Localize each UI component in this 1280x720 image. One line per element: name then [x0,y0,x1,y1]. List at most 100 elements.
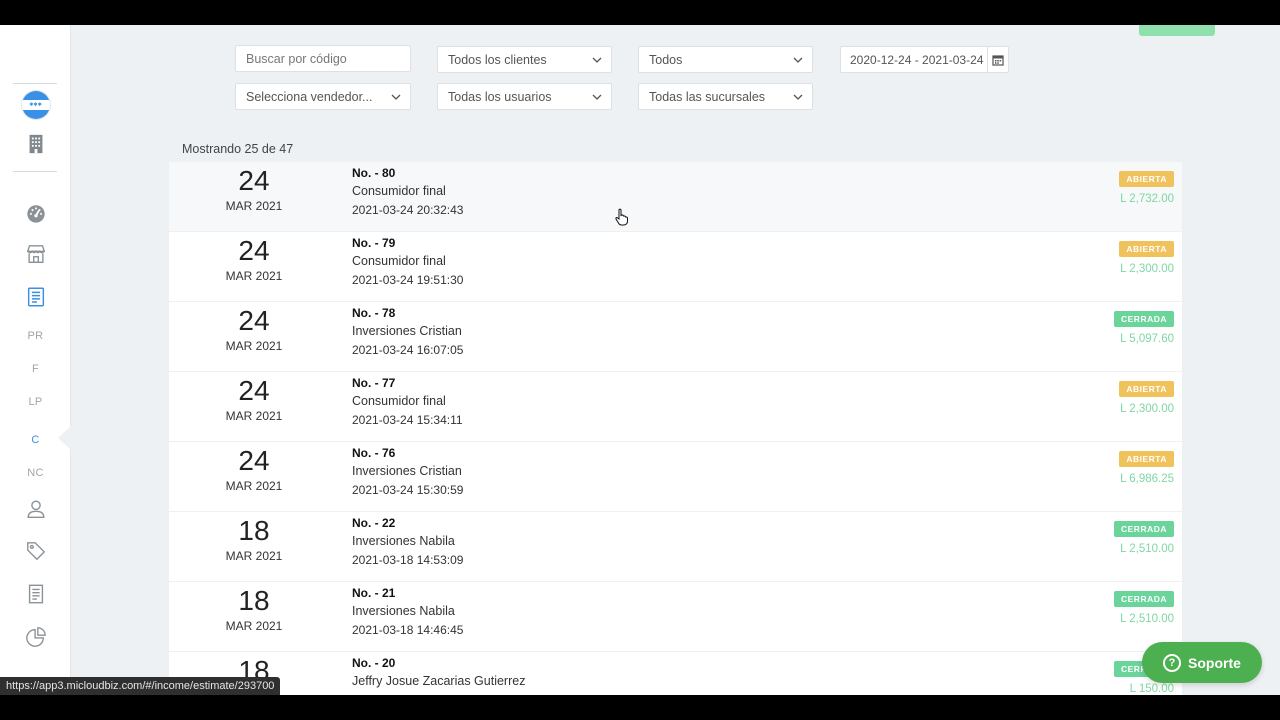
estimate-number: No. - 20 [352,656,396,670]
estimate-row[interactable]: 18 MAR 2021 No. - 22 Inversiones Nabila 2021… [169,512,1182,582]
document-icon [27,287,44,307]
country-flag-button[interactable]: ✱✱✱ [0,89,71,121]
status-badge: ABIERTA [1119,451,1174,467]
sidebar-item-users[interactable] [0,493,71,525]
report-icon [28,584,43,604]
timestamp: 2021-03-24 20:32:43 [352,203,464,217]
timestamp: 2021-03-18 14:53:09 [352,553,464,567]
support-button[interactable]: ? Soporte [1142,642,1262,683]
sidebar-item-analytics[interactable] [0,621,71,653]
estimate-row[interactable]: 24 MAR 2021 No. - 76 Inversiones Cristian 20… [169,442,1182,512]
search-code-field[interactable] [235,45,411,72]
day-number: 24 [238,165,270,196]
estimate-number: No. - 21 [352,586,396,600]
client-name: Consumidor final [352,254,446,268]
estimate-amount: L 2,510.00 [1120,613,1174,625]
estimate-number: No. - 77 [352,376,396,390]
company-button[interactable] [0,128,71,160]
calendar-icon[interactable] [987,47,1008,72]
building-icon [29,134,42,154]
month-year: MAR 2021 [225,269,283,283]
day-number: 24 [238,445,270,476]
sidebar-item-label: NC [27,467,44,479]
timestamp: 2021-03-18 14:46:45 [352,623,464,637]
status-select[interactable]: Todos [638,46,813,73]
hand-cursor-icon [615,208,628,226]
browser-status-url: https://app3.micloudbiz.com/#/income/est… [0,677,281,695]
client-name: Inversiones Cristian [352,464,462,478]
estimate-amount: L 2,300.00 [1120,263,1174,275]
sidebar-item-store[interactable] [0,238,71,270]
search-input[interactable] [246,51,400,66]
sidebar-item-dashboard[interactable] [0,197,71,229]
client-name: Consumidor final [352,394,446,408]
sidebar-item-documents[interactable] [0,281,71,313]
month-year: MAR 2021 [225,199,283,213]
results-count: Mostrando 25 de 47 [182,142,294,156]
date-range-value: 2020-12-24 - 2021-03-24 [850,52,984,67]
sidebar: ✱✱✱ PR F LP C NC [0,25,71,695]
day-number: 24 [238,375,270,406]
chevron-down-icon [793,57,803,63]
clients-select[interactable]: Todos los clientes [437,46,612,73]
status-select-value: Todos [649,52,683,67]
timestamp: 2021-03-24 16:07:05 [352,343,464,357]
active-indicator [58,426,71,450]
branches-select-value: Todas las sucursales [649,89,766,104]
app-window: ✱✱✱ PR F LP C NC Buscar por código Todos… [0,25,1280,695]
store-icon [26,245,45,263]
estimate-row[interactable]: 24 MAR 2021 No. - 79 Consumidor final 2021-0… [169,232,1182,302]
date-range-field[interactable]: 2020-12-24 - 2021-03-24 [840,46,1009,73]
sidebar-item-f[interactable]: F [0,353,71,385]
tags-icon [26,542,45,561]
estimate-row[interactable]: 18MAR 2021No. - 20Jeffry Josue Zacarias … [169,652,1182,695]
estimate-amount: L 2,510.00 [1120,543,1174,555]
users-select-value: Todas los usuarios [448,89,552,104]
status-badge: CERRADA [1114,521,1174,537]
status-badge: CERRADA [1114,311,1174,327]
pie-chart-icon [25,627,46,647]
client-name: Inversiones Nabila [352,534,455,548]
branches-select[interactable]: Todas las sucursales [638,83,813,110]
sidebar-item-lp[interactable]: LP [0,386,71,418]
month-year: MAR 2021 [225,619,283,633]
seller-select[interactable]: Selecciona vendedor... [235,83,411,110]
estimate-number: No. - 76 [352,446,396,460]
top-action-button[interactable] [1139,25,1215,36]
estimate-row[interactable]: 24 MAR 2021 No. - 78 Inversiones Cristian 20… [169,302,1182,372]
honduras-flag-icon: ✱✱✱ [21,91,50,119]
status-badge: ABIERTA [1119,241,1174,257]
estimate-amount: L 5,097.60 [1120,333,1174,345]
sidebar-item-nc[interactable]: NC [0,457,71,489]
sidebar-divider [13,83,57,84]
sidebar-item-label: C [31,434,40,446]
day-number: 24 [238,235,270,266]
estimates-list: 24 MAR 2021 No. - 80 Consumidor final 2021-0… [169,162,1182,695]
client-name: Jeffry Josue Zacarias Gutierrez [352,674,526,688]
day-number: 18 [238,515,270,546]
timestamp: 2021-03-24 15:30:59 [352,483,464,497]
estimate-row[interactable]: 18 MAR 2021 No. - 21 Inversiones Nabila 2021… [169,582,1182,652]
estimate-amount: L 150.00 [1129,683,1174,695]
estimate-amount: L 6,986.25 [1120,473,1174,485]
sidebar-divider [13,171,57,172]
clients-select-value: Todos los clientes [448,52,547,67]
status-badge: ABIERTA [1119,381,1174,397]
estimate-row[interactable]: 24 MAR 2021 No. - 77 Consumidor final 2021-0… [169,372,1182,442]
top-black-bar [0,0,1280,25]
timestamp: 2021-03-24 15:34:11 [352,413,463,427]
estimate-number: No. - 79 [352,236,396,250]
estimate-row[interactable]: 24 MAR 2021 No. - 80 Consumidor final 2021-0… [169,162,1182,232]
sidebar-item-tags[interactable] [0,535,71,567]
status-badge: ABIERTA [1119,171,1174,187]
sidebar-item-pr[interactable]: PR [0,320,71,352]
seller-select-value: Selecciona vendedor... [246,89,373,104]
users-select[interactable]: Todas los usuarios [437,83,612,110]
client-name: Inversiones Cristian [352,324,462,338]
user-icon [27,500,44,518]
sidebar-item-label: LP [28,396,43,408]
bottom-black-bar [0,695,1280,720]
sidebar-item-label: PR [27,330,44,342]
sidebar-item-reports[interactable] [0,578,71,610]
chevron-down-icon [793,94,803,100]
